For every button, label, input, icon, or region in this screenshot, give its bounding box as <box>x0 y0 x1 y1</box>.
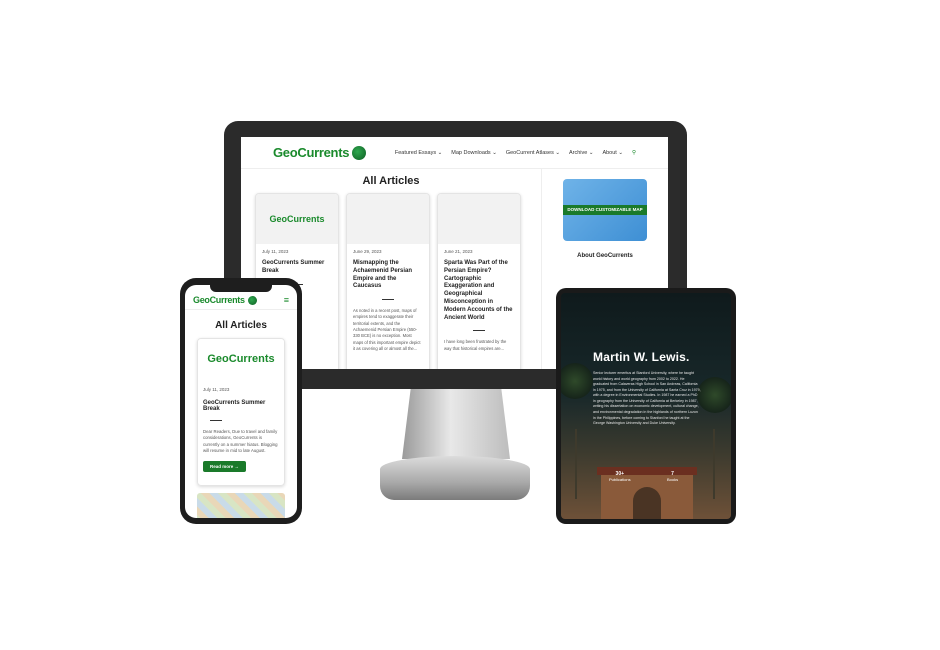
monitor-stand <box>402 389 510 459</box>
card-date: July 11, 2023 <box>262 249 289 254</box>
palm-tree <box>575 429 577 499</box>
download-badge: DOWNLOAD CUSTOMIZABLE MAP <box>563 205 647 215</box>
card-date: June 21, 2023 <box>444 249 473 254</box>
read-more-button[interactable]: Read more → <box>203 460 247 472</box>
stat-books: 7 Books <box>667 471 678 482</box>
card-date: June 29, 2023 <box>353 249 382 254</box>
card-title[interactable]: Mismapping the Achaemenid Persian Empire… <box>347 254 429 291</box>
card-thumb-logo: GeoCurrents <box>207 353 275 365</box>
page-title: All Articles <box>215 320 267 331</box>
devices-mockup: GeoCurrents Featured Essays ⌄ Map Downlo… <box>0 0 940 650</box>
search-icon[interactable]: ⚲ <box>632 150 636 156</box>
card-thumb-logo: GeoCurrents <box>269 214 325 224</box>
card-title[interactable]: GeoCurrents Summer Break <box>256 254 338 276</box>
download-map-banner[interactable]: DOWNLOAD CUSTOMIZABLE MAP <box>563 179 647 241</box>
nav-map-downloads[interactable]: Map Downloads ⌄ <box>451 150 497 156</box>
menu-icon[interactable]: ≡ <box>284 295 289 305</box>
desktop-navbar: GeoCurrents Featured Essays ⌄ Map Downlo… <box>241 137 668 169</box>
phone-logo[interactable]: GeoCurrents <box>193 295 257 305</box>
logo-text: GeoCurrents <box>193 295 245 305</box>
desktop-menu: Featured Essays ⌄ Map Downloads ⌄ GeoCur… <box>395 150 636 156</box>
divider <box>210 420 222 421</box>
desktop-logo[interactable]: GeoCurrents <box>273 145 367 160</box>
next-card-thumbnail[interactable] <box>197 493 285 518</box>
card-excerpt: Dear Readers, Due to travel and family c… <box>203 429 278 454</box>
globe-icon <box>247 295 257 305</box>
stat-label: Books <box>667 477 679 482</box>
tablet-screen: Martin W. Lewis. Senior lecturer emeritu… <box>561 293 731 519</box>
palm-leaves <box>561 363 593 399</box>
divider <box>473 330 485 332</box>
phone-notch <box>210 285 272 292</box>
phone-screen: GeoCurrents ≡ All Articles GeoCurrents J… <box>185 285 297 518</box>
logo-text: GeoCurrents <box>273 145 350 160</box>
card-thumbnail[interactable] <box>347 194 429 244</box>
nav-featured-essays[interactable]: Featured Essays ⌄ <box>395 150 442 156</box>
nav-about[interactable]: About ⌄ <box>602 150 623 156</box>
globe-icon <box>352 145 367 160</box>
monitor-base <box>380 456 530 500</box>
stat-publications: 30+ Publications <box>609 471 631 482</box>
article-card[interactable]: GeoCurrents July 11, 2023 GeoCurrents Su… <box>197 338 285 486</box>
article-card[interactable]: June 29, 2023 Mismapping the Achaemenid … <box>346 193 430 369</box>
card-thumbnail[interactable] <box>438 194 520 244</box>
nav-archive[interactable]: Archive ⌄ <box>569 150 593 156</box>
article-card[interactable]: June 21, 2023 Sparta Was Part of the Per… <box>437 193 521 369</box>
author-bio: Senior lecturer emeritus at Stanford Uni… <box>593 371 701 426</box>
card-title[interactable]: Sparta Was Part of the Persian Empire? C… <box>438 254 520 322</box>
palm-leaves <box>697 377 731 413</box>
nav-geocurrent-atlases[interactable]: GeoCurrent Atlases ⌄ <box>506 150 560 156</box>
author-name: Martin W. Lewis. <box>593 350 690 364</box>
card-title[interactable]: GeoCurrents Summer Break <box>198 392 284 412</box>
about-heading: About GeoCurrents <box>577 253 633 259</box>
stat-label: Publications <box>609 477 631 482</box>
page-title: All Articles <box>362 175 420 187</box>
card-date: July 11, 2023 <box>203 387 230 392</box>
divider <box>382 299 394 301</box>
card-excerpt: As noted in a recent post, maps of empir… <box>353 308 421 351</box>
card-excerpt: I have long been frustrated by the way t… <box>444 339 507 351</box>
palm-tree <box>713 429 715 499</box>
